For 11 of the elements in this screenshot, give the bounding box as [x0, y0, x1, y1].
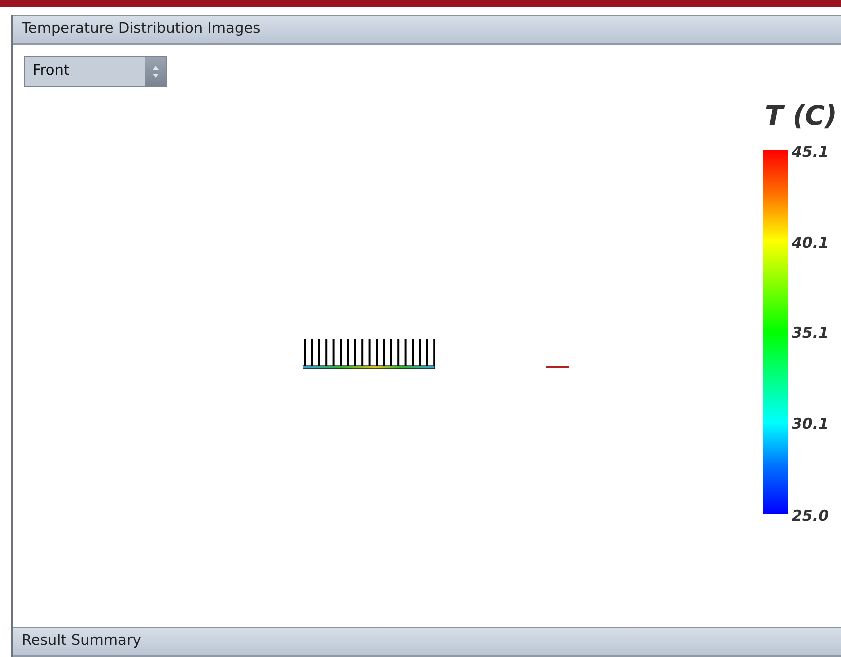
dash-line	[546, 366, 569, 369]
spinner-icon	[152, 64, 160, 78]
scale-label: 25.0	[792, 509, 830, 524]
panel-title: Temperature Distribution Images	[22, 20, 261, 39]
scale-label: 30.1	[792, 416, 830, 432]
scale-label: 40.1	[792, 236, 830, 251]
panel-title: Result Summary	[22, 632, 142, 651]
legend-title: T (C)	[765, 103, 838, 130]
view-dropdown[interactable]: Front	[24, 56, 167, 87]
scale-label: 35.1	[792, 326, 830, 342]
scale-label: 45.1	[792, 145, 830, 160]
